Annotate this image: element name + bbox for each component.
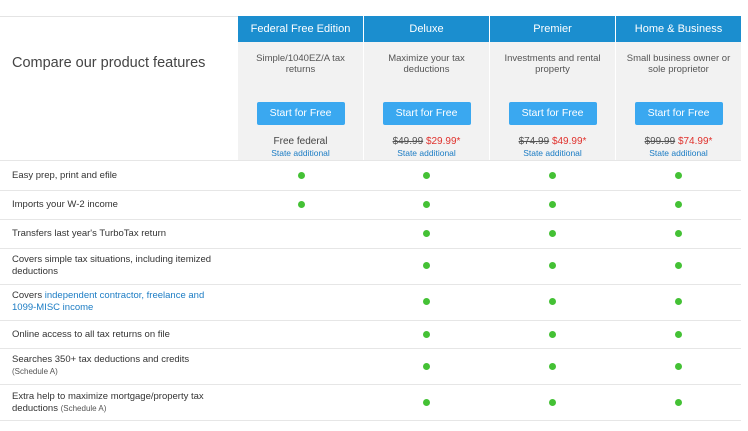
sale-price: $49.99* [551,136,587,147]
included-check-dot [548,398,556,406]
start-for-free-button[interactable]: Start for Free [634,102,723,125]
price: Free federal [238,136,363,148]
included-check-dot [548,200,556,208]
included-check-dot [422,200,430,208]
feature-row: Covers independent contractor, freelance… [0,284,741,320]
feature-label: Extra help to maximize mortgage/property… [12,391,230,415]
product-name: Home & Business [616,16,741,42]
divider [0,420,741,421]
price: $74.99 $49.99* [490,136,615,148]
included-check-dot [674,362,682,370]
sale-price: $74.99* [677,136,713,147]
feature-row: Easy prep, print and efile [0,160,741,190]
product-column-premier: Premier Investments and rental property … [490,16,615,160]
included-check-dot [674,261,682,269]
included-check-dot [674,398,682,406]
product-description: Maximize your tax deductions [388,53,465,75]
product-description: Simple/1040EZ/A tax returns [256,53,345,75]
included-check-dot [548,297,556,305]
feature-row: Covers simple tax situations, including … [0,248,741,284]
product-column-federal-free: Federal Free Edition Simple/1040EZ/A tax… [238,16,363,160]
included-check-dot [674,330,682,338]
price: $99.99 $74.99* [616,136,741,148]
included-check-dot [548,362,556,370]
product-column-deluxe: Deluxe Maximize your tax deductions Star… [364,16,489,160]
feature-row: Online access to all tax returns on file [0,320,741,348]
included-check-dot [674,229,682,237]
feature-label: Searches 350+ tax deductions and credits… [12,354,230,378]
feature-row: Searches 350+ tax deductions and credits… [0,348,741,384]
product-description: Small business owner or sole proprietor [626,53,731,75]
included-check-dot [674,297,682,305]
feature-label: Covers independent contractor, freelance… [12,290,230,314]
feature-label: Covers simple tax situations, including … [12,254,212,277]
product-name: Deluxe [364,16,489,42]
included-check-dot [422,297,430,305]
state-additional-link[interactable]: State additional [364,148,489,159]
included-check-dot [422,362,430,370]
product-column-home-business: Home & Business Small business owner or … [616,16,741,160]
feature-row: Transfers last year's TurboTax return [0,219,741,248]
state-additional-link[interactable]: State additional [490,148,615,159]
included-check-dot [674,200,682,208]
state-additional-link[interactable]: State additional [238,148,363,159]
original-price: $49.99 [392,136,424,147]
included-check-dot [422,229,430,237]
price: $49.99 $29.99* [364,136,489,148]
page-title: Compare our product features [12,55,206,71]
state-additional-link[interactable]: State additional [616,148,741,159]
feature-note: (Schedule A) [12,367,58,376]
included-check-dot [674,171,682,179]
product-name: Premier [490,16,615,42]
feature-note: (Schedule A) [60,404,107,413]
original-price: $99.99 [644,136,676,147]
included-check-dot [422,398,430,406]
included-check-dot [422,330,430,338]
feature-text: Searches 350+ tax deductions and credits [12,354,190,365]
included-check-dot [548,229,556,237]
included-check-dot [548,261,556,269]
product-comparison: Compare our product features Federal Fre… [0,0,748,431]
feature-text: Extra help to maximize mortgage/property… [12,391,204,414]
feature-label: Easy prep, print and efile [12,170,118,181]
price-free-federal: Free federal [273,136,328,147]
sale-price: $29.99* [425,136,461,147]
comparison-header [0,16,238,160]
start-for-free-button[interactable]: Start for Free [382,102,471,125]
included-check-dot [548,330,556,338]
feature-label: Imports your W-2 income [12,199,118,210]
product-description: Investments and rental property [504,53,601,75]
feature-prefix: Covers [12,290,45,301]
start-for-free-button[interactable]: Start for Free [508,102,597,125]
included-check-dot [297,200,305,208]
feature-row: Extra help to maximize mortgage/property… [0,384,741,420]
included-check-dot [422,171,430,179]
feature-label: Online access to all tax returns on file [12,329,170,340]
included-check-dot [422,261,430,269]
included-check-dot [297,171,305,179]
start-for-free-button[interactable]: Start for Free [256,102,345,125]
original-price: $74.99 [518,136,550,147]
feature-label: Transfers last year's TurboTax return [12,228,167,239]
feature-row: Imports your W-2 income [0,190,741,219]
included-check-dot [548,171,556,179]
product-name: Federal Free Edition [238,16,363,42]
